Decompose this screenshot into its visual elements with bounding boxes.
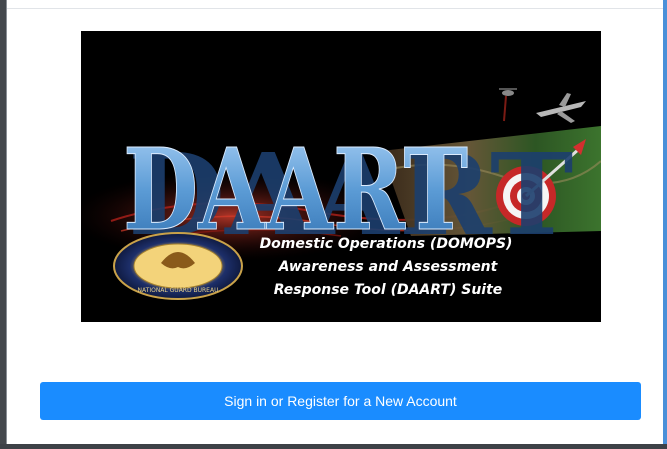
tagline-line-3: Response Tool (DAART) Suite xyxy=(274,282,503,298)
tagline-line-2: Awareness and Assessment xyxy=(278,259,499,275)
window-top-edge xyxy=(0,0,667,9)
window-left-edge-accent xyxy=(6,0,7,449)
national-guard-seal: NATIONAL GUARD BUREAU xyxy=(113,232,243,300)
helicopter-icon xyxy=(499,88,517,122)
banner-graphic: DAART DAART NATIONAL GUARD BUREAU Domest… xyxy=(81,88,601,300)
daart-banner: DAART DAART NATIONAL GUARD BUREAU Domest… xyxy=(81,31,601,322)
signin-register-button[interactable]: Sign in or Register for a New Account xyxy=(40,382,641,420)
tagline-line-1: Domestic Operations (DOMOPS) xyxy=(260,236,513,252)
window-right-edge xyxy=(663,0,667,449)
aircraft-icon xyxy=(536,93,586,123)
window-bottom-edge xyxy=(0,444,667,449)
seal-label: NATIONAL GUARD BUREAU xyxy=(138,287,219,294)
